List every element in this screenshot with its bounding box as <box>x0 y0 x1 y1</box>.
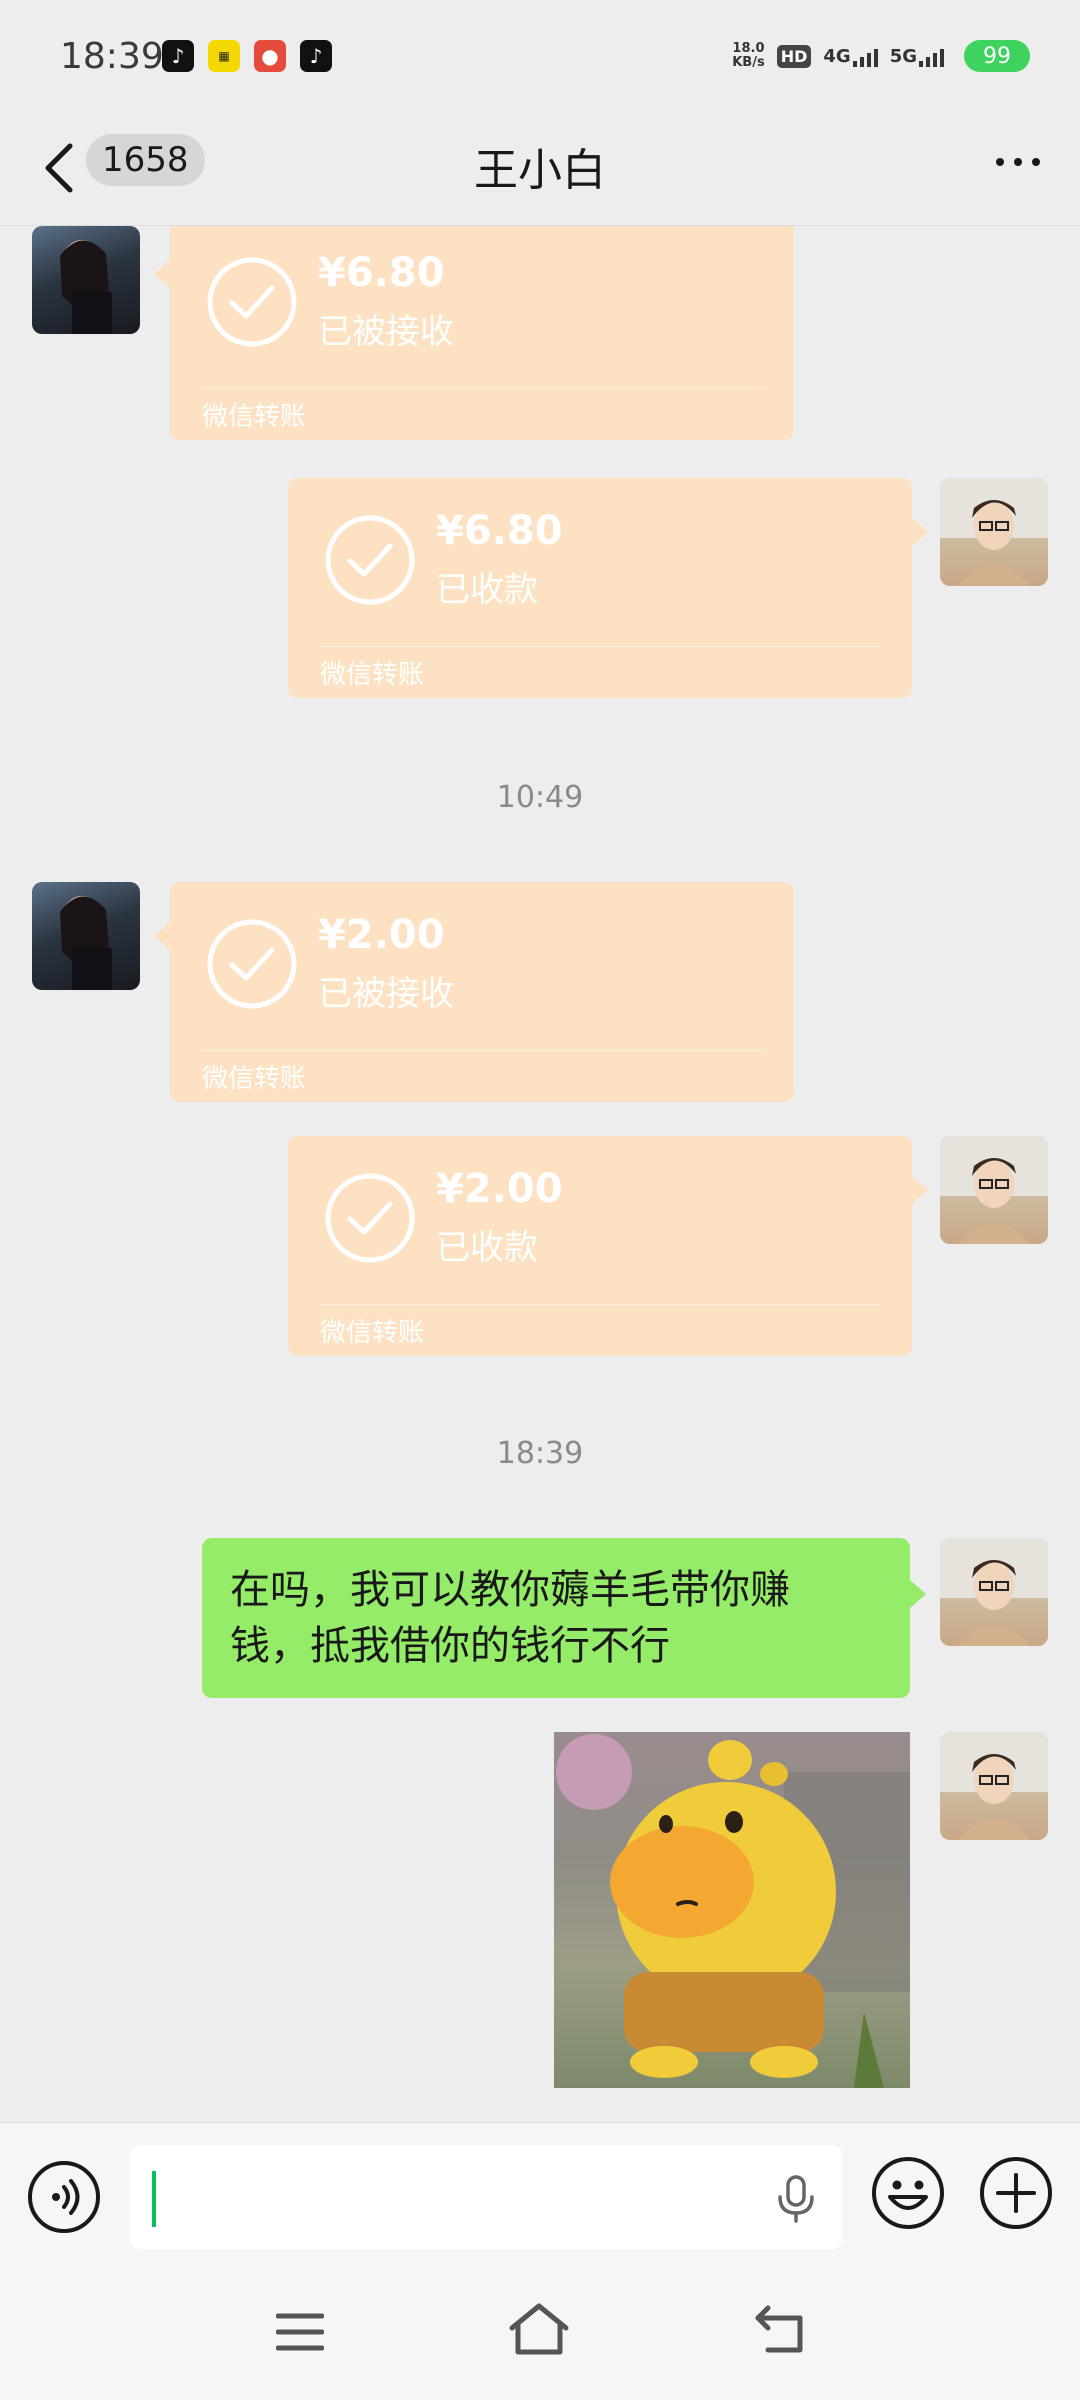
transfer-label: 微信转账 <box>320 660 425 690</box>
message-input-bar <box>0 2122 1080 2270</box>
my-avatar[interactable] <box>940 1538 1048 1646</box>
divider <box>318 646 882 647</box>
message-list[interactable]: ¥6.80 已被接收 微信转账 ¥6.80 已收款 微信转账 10:49 ¥2.… <box>0 226 1080 2122</box>
transfer-amount: ¥2.00 <box>436 1166 563 1212</box>
text-message-bubble[interactable]: 在吗，我可以教你薅羊毛带你赚 钱，抵我借你的钱行不行 <box>202 1538 926 1698</box>
transfer-status: 已收款 <box>436 1228 538 1268</box>
plus-icon[interactable] <box>978 2155 1054 2231</box>
my-avatar[interactable] <box>940 1136 1048 1244</box>
transfer-amount: ¥2.00 <box>318 912 445 958</box>
my-avatar[interactable] <box>940 478 1048 586</box>
microphone-icon[interactable] <box>776 2175 816 2223</box>
notification-icons: ♪ ▦ ● ♪ <box>162 40 332 72</box>
message-timestamp: 10:49 <box>496 780 584 815</box>
transfer-card[interactable]: ¥2.00 已被接收 微信转账 <box>154 882 794 1102</box>
check-circle-icon <box>325 1173 415 1263</box>
transfer-status: 已收款 <box>436 570 538 610</box>
contact-avatar[interactable] <box>32 882 140 990</box>
my-avatar[interactable] <box>940 1732 1048 1840</box>
text-cursor <box>152 2171 156 2227</box>
back-nav-icon[interactable] <box>754 2304 806 2356</box>
divider <box>318 1304 882 1305</box>
app-icon: ● <box>254 40 286 72</box>
hd-voice-icon: HD <box>776 44 812 68</box>
back-arrow-icon[interactable] <box>40 138 80 198</box>
transfer-card[interactable]: ¥6.80 已收款 微信转账 <box>288 478 928 698</box>
transfer-status: 已被接收 <box>318 312 454 352</box>
transfer-amount: ¥6.80 <box>318 250 445 296</box>
network-speed: 18.0 KB/s <box>732 41 765 70</box>
tiktok-icon: ♪ <box>162 40 194 72</box>
chat-header: 1658 王小白 <box>0 118 1080 226</box>
battery-indicator: 99 <box>964 40 1030 72</box>
emoji-icon[interactable] <box>870 2155 946 2231</box>
check-circle-icon <box>325 515 415 605</box>
contact-avatar[interactable] <box>32 226 140 334</box>
check-circle-icon <box>207 919 297 1009</box>
signal-5g-icon: 5G <box>890 46 944 67</box>
transfer-label: 微信转账 <box>202 1064 307 1094</box>
transfer-label: 微信转账 <box>320 1318 425 1348</box>
divider <box>200 388 764 389</box>
signal-4g-icon: 4G <box>823 46 878 67</box>
transfer-card[interactable]: ¥6.80 已被接收 微信转账 <box>154 226 794 440</box>
message-input[interactable] <box>130 2145 842 2249</box>
transfer-amount: ¥6.80 <box>436 508 563 554</box>
status-bar: 18:39 ♪ ▦ ● ♪ 18.0 KB/s HD 4G 5G 99 <box>0 0 1080 118</box>
message-timestamp: 18:39 <box>496 1436 584 1471</box>
divider <box>200 1050 764 1051</box>
voice-mode-icon[interactable] <box>26 2159 102 2235</box>
home-icon[interactable] <box>508 2302 570 2358</box>
transfer-status: 已被接收 <box>318 974 454 1014</box>
system-navigation-bar <box>0 2270 1080 2400</box>
tiktok-icon: ♪ <box>300 40 332 72</box>
transfer-label: 微信转账 <box>202 402 307 432</box>
check-circle-icon <box>207 257 297 347</box>
unread-count-badge[interactable]: 1658 <box>86 134 205 186</box>
chat-title: 王小白 <box>474 145 606 196</box>
status-indicators: 18.0 KB/s HD 4G 5G 99 <box>732 40 1030 72</box>
message-text-line: 在吗，我可以教你薅羊毛带你赚 <box>230 1567 790 1613</box>
app-icon: ▦ <box>208 40 240 72</box>
more-options-icon[interactable] <box>996 158 1040 166</box>
status-time: 18:39 <box>60 36 164 77</box>
message-text-line: 钱，抵我借你的钱行不行 <box>230 1623 670 1669</box>
sticker-image[interactable] <box>554 1732 910 2088</box>
transfer-card[interactable]: ¥2.00 已收款 微信转账 <box>288 1136 928 1356</box>
menu-icon[interactable] <box>276 2310 324 2354</box>
